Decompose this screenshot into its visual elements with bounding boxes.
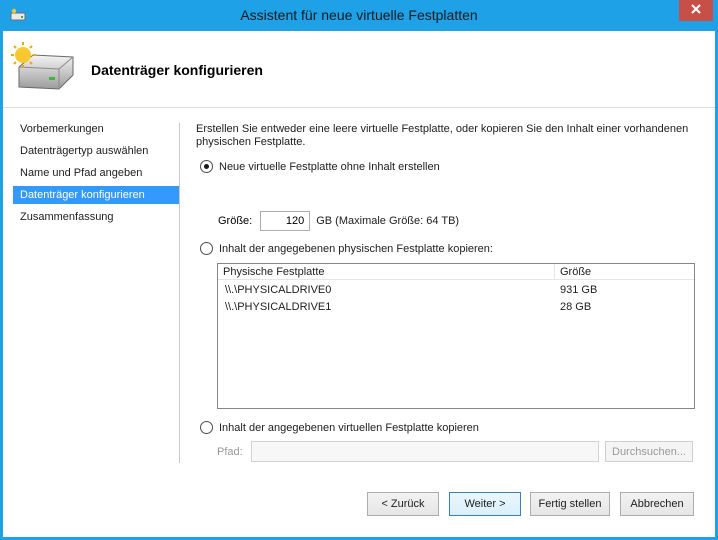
- table-row[interactable]: \\.\PHYSICALDRIVE0 931 GB: [218, 282, 694, 299]
- nav-divider: [179, 123, 180, 463]
- option-new-empty-disk-label: Neue virtuelle Festplatte ohne Inhalt er…: [219, 160, 440, 173]
- disk-size-cell: 931 GB: [560, 284, 598, 296]
- radio-copy-virtual[interactable]: [200, 421, 213, 434]
- nav-step-datentraegertyp[interactable]: Datenträgertyp auswählen: [13, 142, 179, 160]
- close-button[interactable]: [679, 0, 713, 21]
- path-row: Pfad: Durchsuchen...: [217, 441, 693, 462]
- size-unit-label: GB (Maximale Größe: 64 TB): [316, 215, 460, 227]
- option-copy-virtual-label: Inhalt der angegebenen virtuellen Festpl…: [219, 421, 479, 434]
- nav-step-zusammenfassung[interactable]: Zusammenfassung: [13, 208, 179, 226]
- cancel-button[interactable]: Abbrechen: [620, 492, 694, 516]
- option-copy-virtual[interactable]: Inhalt der angegebenen virtuellen Festpl…: [200, 421, 479, 434]
- browse-button[interactable]: Durchsuchen...: [605, 441, 693, 462]
- page-title: Datenträger konfigurieren: [91, 62, 263, 78]
- new-disk-icon: [11, 41, 77, 95]
- close-icon: [690, 4, 702, 17]
- description-text: Erstellen Sie entweder eine leere virtue…: [196, 123, 689, 148]
- path-input[interactable]: [251, 441, 599, 462]
- size-input[interactable]: 120: [260, 211, 311, 231]
- size-label: Größe:: [218, 215, 253, 227]
- column-size[interactable]: Größe: [555, 264, 694, 280]
- disk-list-header: Physische Festplatte Größe: [218, 264, 694, 280]
- wizard-header: Datenträger konfigurieren: [3, 31, 715, 108]
- wizard-window: Assistent für neue virtuelle Festplatten: [0, 0, 718, 540]
- window-title: Assistent für neue virtuelle Festplatten: [240, 7, 478, 23]
- finish-button[interactable]: Fertig stellen: [530, 492, 610, 516]
- path-label: Pfad:: [217, 445, 243, 458]
- table-row[interactable]: \\.\PHYSICALDRIVE1 28 GB: [218, 299, 694, 316]
- nav-step-vorbemerkungen[interactable]: Vorbemerkungen: [13, 120, 179, 138]
- wizard-client-area: Datenträger konfigurieren Vorbemerkungen…: [3, 31, 715, 537]
- back-button[interactable]: < Zurück: [367, 492, 439, 516]
- disk-name-cell: \\.\PHYSICALDRIVE1: [225, 301, 332, 313]
- nav-step-datentraeger-konfigurieren[interactable]: Datenträger konfigurieren: [13, 186, 179, 204]
- option-new-empty-disk[interactable]: Neue virtuelle Festplatte ohne Inhalt er…: [200, 160, 440, 173]
- disk-size-cell: 28 GB: [560, 301, 592, 313]
- title-bar: Assistent für neue virtuelle Festplatten: [0, 0, 718, 31]
- option-copy-physical-label: Inhalt der angegebenen physischen Festpl…: [219, 242, 493, 255]
- wizard-steps-nav: Vorbemerkungen Datenträgertyp auswählen …: [3, 109, 183, 537]
- option-copy-physical[interactable]: Inhalt der angegebenen physischen Festpl…: [200, 242, 493, 255]
- radio-new-empty-disk[interactable]: [200, 160, 213, 173]
- column-physical-disk[interactable]: Physische Festplatte: [218, 264, 555, 280]
- radio-copy-physical[interactable]: [200, 242, 213, 255]
- next-button[interactable]: Weiter >: [449, 492, 521, 516]
- physical-disk-list[interactable]: Physische Festplatte Größe \\.\PHYSICALD…: [217, 263, 695, 409]
- nav-step-name-pfad[interactable]: Name und Pfad angeben: [13, 164, 179, 182]
- size-row: Größe: 120 GB (Maximale Größe: 64 TB): [218, 211, 459, 231]
- disk-name-cell: \\.\PHYSICALDRIVE0: [225, 284, 332, 296]
